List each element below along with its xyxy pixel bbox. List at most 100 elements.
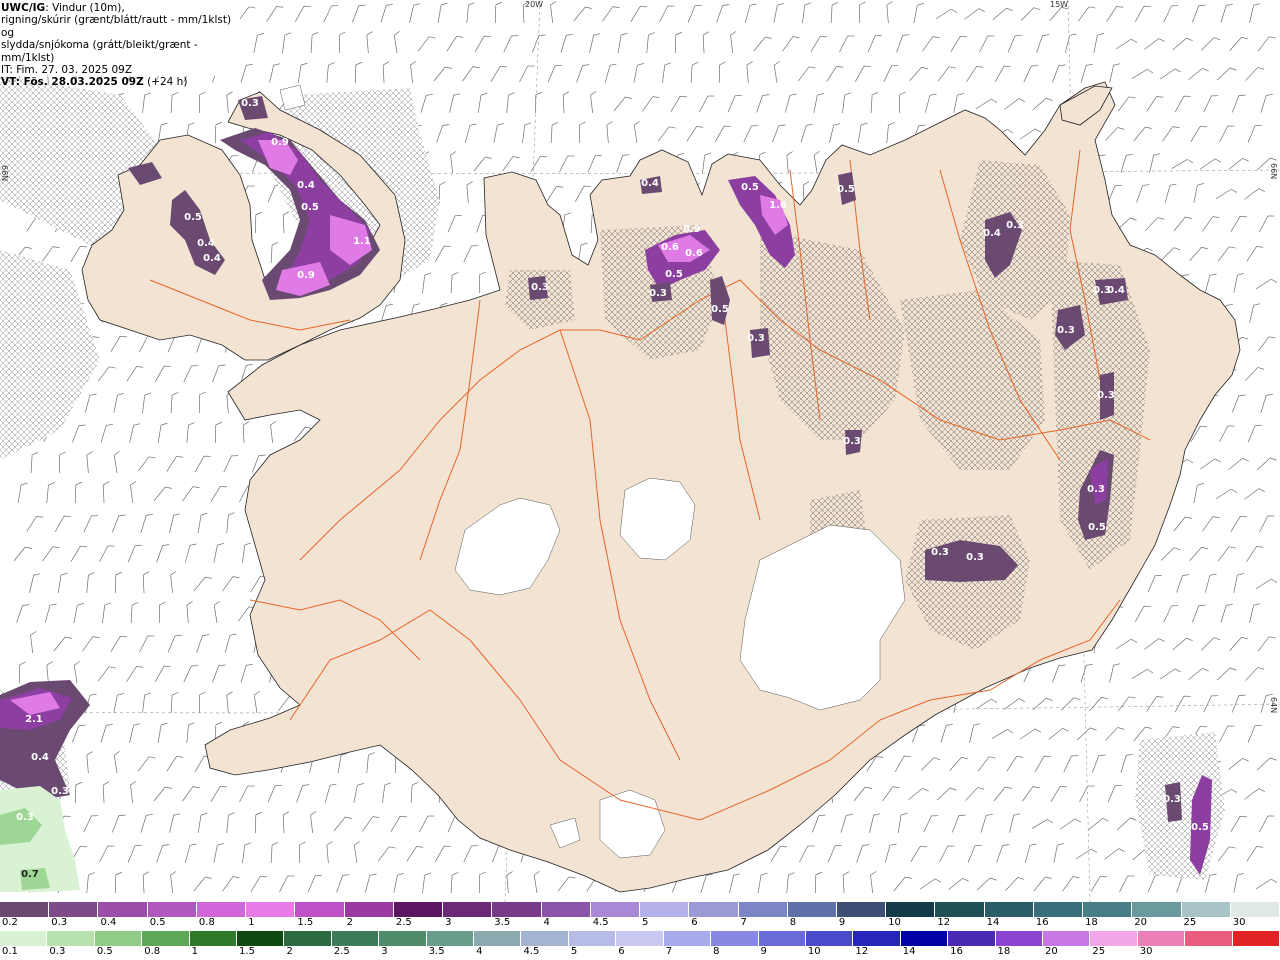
legend-tick-label: 4 xyxy=(476,946,483,957)
legend-swatch xyxy=(689,902,739,917)
legend-swatch xyxy=(900,931,949,946)
legend-tick-label: 4.5 xyxy=(592,917,609,928)
legend-tick-label: 9 xyxy=(838,917,846,928)
legend-swatch xyxy=(935,902,985,917)
legend-swatch xyxy=(541,902,591,917)
precip-value-label: 1.6 xyxy=(769,200,787,211)
legend-swatch xyxy=(1137,931,1186,946)
precip-value-label: 0.5 xyxy=(665,269,683,280)
legend-tick-label: 8 xyxy=(789,917,797,928)
legend-swatch xyxy=(738,902,788,917)
legend-tick-label: 3 xyxy=(445,917,452,928)
precip-value-label: 0.4 xyxy=(203,253,221,264)
legend-tick-label: 30 xyxy=(1232,917,1246,928)
rain-legend-swatches xyxy=(0,931,1280,946)
legend-swatch xyxy=(995,931,1043,946)
legend-swatch xyxy=(568,931,617,946)
legend-swatch xyxy=(295,902,345,917)
legend-tick-label: 3.5 xyxy=(494,917,511,928)
legend-swatch xyxy=(805,931,854,946)
legend-swatch xyxy=(1090,931,1138,946)
legend-tick-label: 1.5 xyxy=(297,917,314,928)
rain-legend-ticks: 0.1 0.3 0.5 0.8 1 1.5 2 2.5 3 3.5 4 4.5 5 6 7 8 9 10 12 14 1… xyxy=(0,946,1280,960)
precip-value-label: 0.5 xyxy=(711,304,729,315)
legend-tick-label: 8 xyxy=(713,946,720,957)
legend-swatch xyxy=(1185,931,1233,946)
legend-tick-label: 14 xyxy=(986,917,1000,928)
legend-swatch xyxy=(0,931,48,946)
legend-tick-label: 18 xyxy=(1085,917,1098,928)
precip-value-label: 0.3 xyxy=(966,552,984,563)
precip-value-label: 0.4 xyxy=(641,178,659,189)
precip-value-label: 0.7 xyxy=(21,869,39,880)
legend-tick-label: 6 xyxy=(618,946,625,957)
map-info-box: UWC/IG: Vindur (10m), rigning/skúrir (gr… xyxy=(0,0,240,88)
legend-tick-label: 2 xyxy=(286,946,293,957)
legend-tick-label: 0.4 xyxy=(100,917,117,928)
precip-value-label: 0.3 xyxy=(51,786,69,797)
legend-swatch xyxy=(1083,902,1133,917)
legend-swatch xyxy=(189,931,238,946)
legend-tick-label: 10 xyxy=(888,917,901,928)
legend-tick-label: 16 xyxy=(1035,917,1049,928)
legend-swatch xyxy=(984,902,1034,917)
precip-value-label: 0.3 xyxy=(241,98,259,109)
legend-swatch xyxy=(142,931,190,946)
snow-legend-swatches xyxy=(0,902,1280,917)
legend-tick-label: 0.3 xyxy=(51,917,68,928)
precip-value-label: 0.3 xyxy=(531,282,549,293)
legend-swatch xyxy=(1230,902,1280,917)
precip-value-label: 0.4 xyxy=(31,752,49,763)
precip-value-label: 0.4 xyxy=(983,228,1001,239)
precip-value-label: 0.4 xyxy=(1107,285,1125,296)
legend-tick-label: 4.5 xyxy=(523,946,540,957)
info-line-3: slydda/snjókoma (grátt/bleikt/grænt - mm… xyxy=(1,39,198,64)
legend-swatch xyxy=(147,902,197,917)
legend-swatch xyxy=(393,902,444,917)
model-title: UWC/IG xyxy=(1,2,46,14)
legend-swatch xyxy=(443,902,493,917)
precip-value-label: 0.5 xyxy=(1191,822,1209,833)
info-lead-time: (+24 h) xyxy=(143,76,188,89)
snow-legend: 0.2 0.3 0.4 0.5 0.8 1 1.5 2 2.5 3 3.5 4 4.5 5 6 7 8 9 10 12… xyxy=(0,902,1280,931)
legend-swatch xyxy=(948,931,996,946)
precip-value-label: 0.5 xyxy=(1088,522,1106,533)
legend-swatch xyxy=(1181,902,1231,917)
weather-map: 0.30.90.40.51.10.90.50.40.40.30.40.60.60… xyxy=(0,0,1280,902)
legend-tick-label: 0.5 xyxy=(149,917,166,928)
legend-tick-label: 0.8 xyxy=(198,917,215,928)
info-line-1: : Vindur (10m), xyxy=(45,2,125,14)
legend-swatch xyxy=(711,931,759,946)
legend-tick-label: 2.5 xyxy=(395,917,412,928)
legend-swatch xyxy=(640,902,690,917)
precip-value-label: 0.5 xyxy=(837,184,855,195)
legend-swatch xyxy=(853,931,901,946)
legend-swatch xyxy=(492,902,542,917)
info-valid-time: VT: Fös. 28.03.2025 09Z xyxy=(1,76,144,89)
legend-tick-label: 25 xyxy=(1092,946,1106,957)
legend-swatch xyxy=(49,902,99,917)
legend-swatch xyxy=(344,902,394,917)
legend-swatch xyxy=(616,931,664,946)
precip-value-label: 0.6 xyxy=(685,248,703,259)
legend-tick-label: 1.5 xyxy=(239,946,255,957)
precip-value-label: 0.4 xyxy=(197,238,215,249)
legend-swatch xyxy=(94,931,143,946)
precip-value-label: 0.3 xyxy=(747,333,765,344)
legend-tick-label: 1 xyxy=(248,917,255,928)
precip-value-label: 0.3 xyxy=(16,812,34,823)
legend-tick-label: 7 xyxy=(740,917,747,928)
legend-tick-label: 12 xyxy=(855,946,869,957)
rain-legend: 0.1 0.3 0.5 0.8 1 1.5 2 2.5 3 3.5 4 4.5 5 6 7 8 9 10 12 14 1… xyxy=(0,931,1280,960)
legend-tick-label: 18 xyxy=(997,946,1011,957)
legend-tick-label: 0.2 xyxy=(2,917,18,928)
precip-value-label: 0.9 xyxy=(683,224,701,235)
precip-value-label: 0.3 xyxy=(1163,794,1181,805)
legend-tick-label: 12 xyxy=(937,917,951,928)
legend-tick-label: 1 xyxy=(191,946,198,957)
legend-tick-label: 30 xyxy=(1139,946,1153,957)
lat-label-64n-right: 64N xyxy=(1269,697,1278,714)
legend-tick-label: 14 xyxy=(902,946,916,957)
legend-swatch xyxy=(474,931,522,946)
legend-swatch xyxy=(521,931,569,946)
